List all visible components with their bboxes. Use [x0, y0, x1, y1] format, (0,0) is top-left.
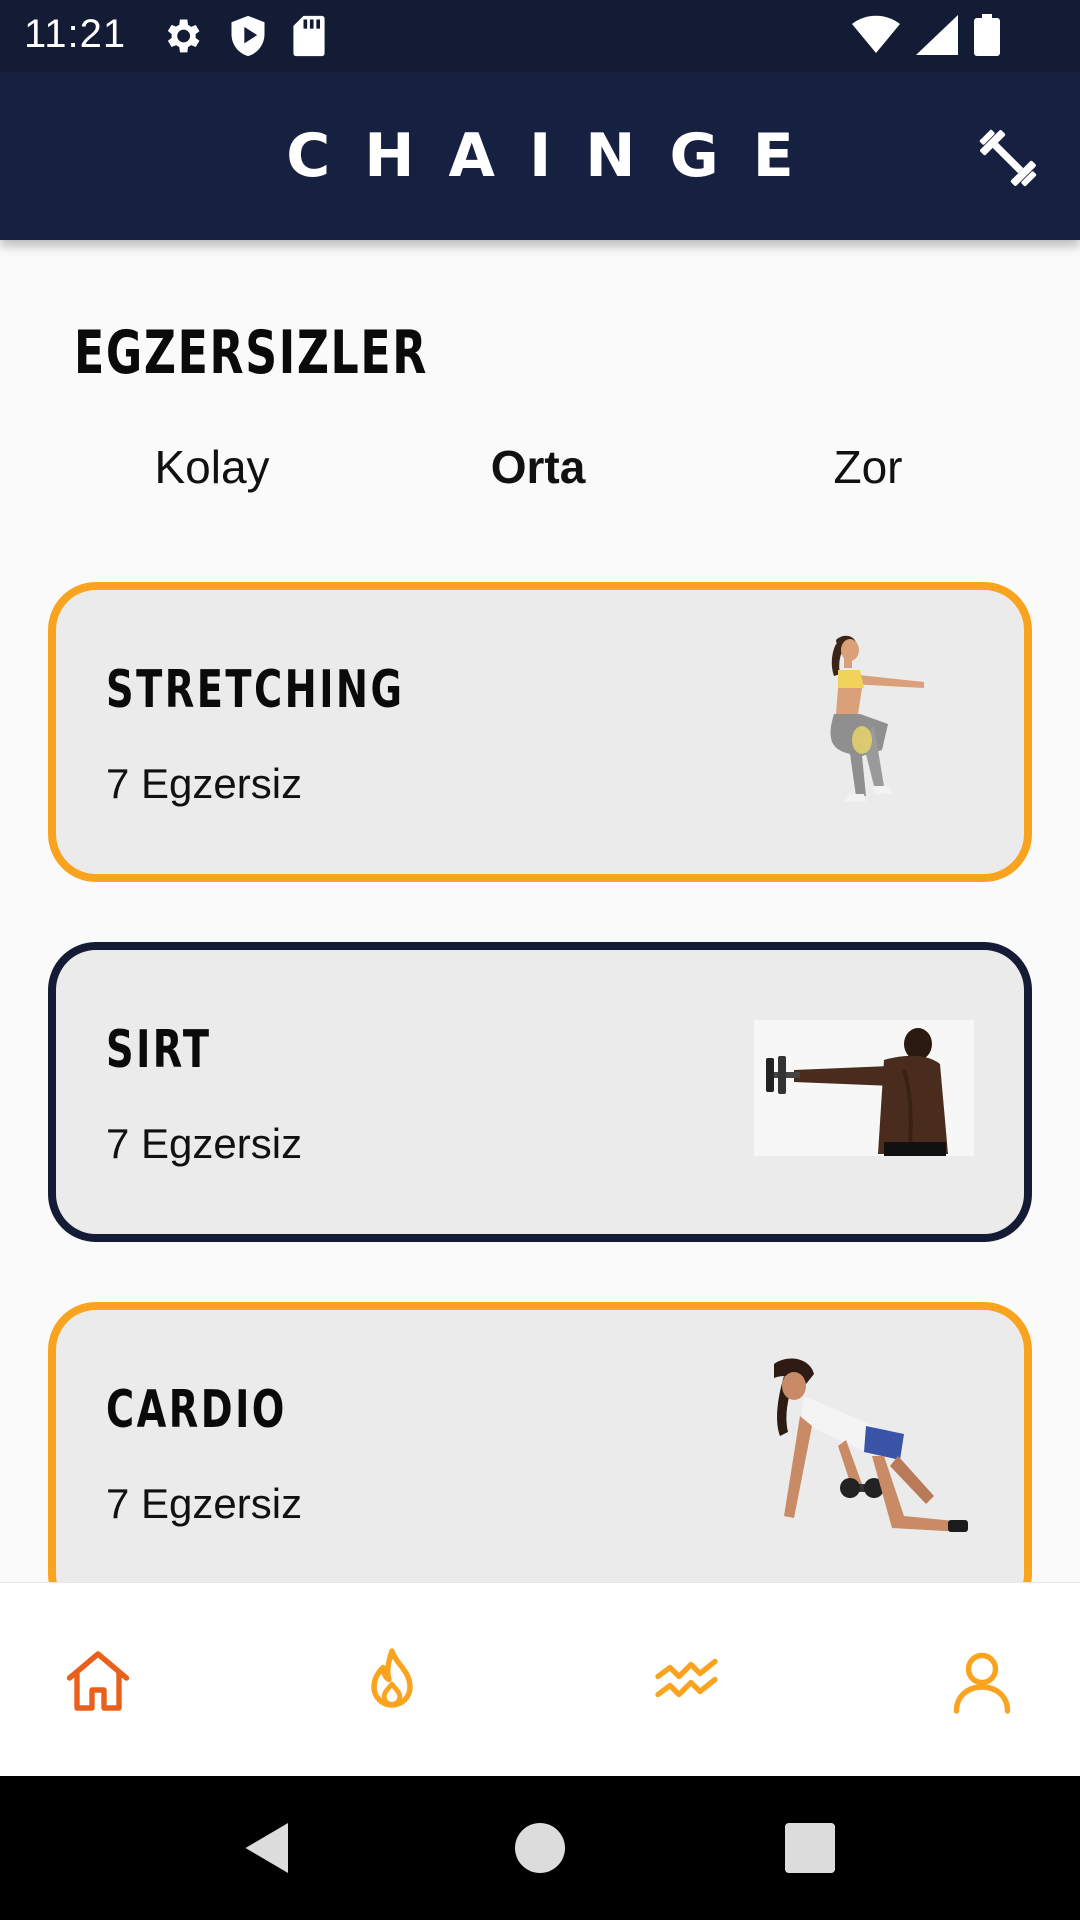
home-icon[interactable] [62, 1645, 134, 1717]
status-right-icons [852, 14, 1000, 56]
system-navigation-bar [0, 1776, 1080, 1920]
gear-icon [167, 19, 200, 53]
card-exercise-count: 7 Egzersiz [106, 760, 303, 807]
signal-icon [916, 15, 958, 55]
status-time: 11:21 [24, 12, 127, 56]
tab-zor[interactable]: Zor [834, 440, 903, 494]
card-title: SIRT [106, 1020, 212, 1080]
wifi-icon [852, 15, 900, 54]
card-exercise-count: 7 Egzersiz [106, 1480, 303, 1527]
card-title: CARDIO [106, 1380, 287, 1440]
activity-icon[interactable] [652, 1645, 724, 1717]
user-icon[interactable] [946, 1645, 1018, 1717]
status-bar: 11:21 [0, 0, 1080, 72]
back-icon[interactable] [238, 1818, 298, 1878]
workout-card-sirt[interactable]: SIRT 7 Egzersiz [48, 942, 1032, 1242]
shield-play-icon [231, 15, 265, 57]
sd-card-icon [293, 15, 325, 57]
workout-card-cardio[interactable]: CARDIO 7 Egzersiz [48, 1302, 1032, 1622]
recents-icon[interactable] [780, 1818, 840, 1878]
bottom-navigation [0, 1582, 1080, 1776]
card-title: STRETCHING [106, 660, 405, 720]
tab-kolay[interactable]: Kolay [154, 440, 269, 494]
app-title: CHAINGE [286, 121, 828, 191]
section-title: EGZERSIZLER [74, 318, 429, 388]
workout-card-stretching[interactable]: STRETCHING 7 Egzersiz [48, 582, 1032, 882]
status-left-icons [160, 14, 326, 58]
back-dumbbell-man-photo [754, 1020, 974, 1156]
home-circle-icon[interactable] [510, 1818, 570, 1878]
battery-icon [974, 14, 1000, 56]
tab-orta[interactable]: Orta [491, 440, 586, 494]
dumbbell-row-woman-photo [774, 1358, 968, 1532]
dumbbell-icon[interactable] [972, 122, 1044, 194]
card-exercise-count: 7 Egzersiz [106, 1120, 303, 1167]
squat-woman-photo [830, 635, 924, 802]
difficulty-tabs: Kolay Orta Zor [0, 440, 1080, 510]
flame-icon[interactable] [356, 1645, 428, 1717]
app-bar: CHAINGE [0, 72, 1080, 240]
